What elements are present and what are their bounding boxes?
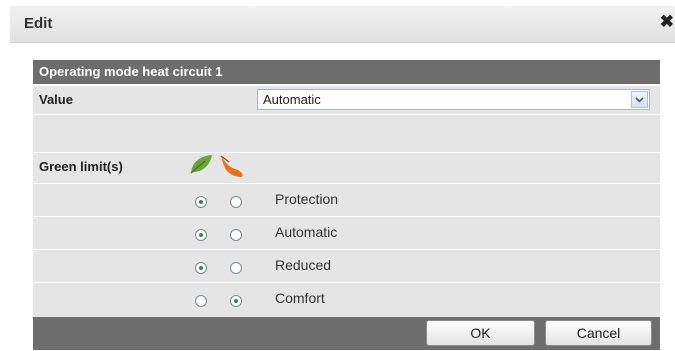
- green-limit-radio[interactable]: [195, 295, 207, 307]
- mode-label: Comfort: [275, 290, 325, 306]
- chevron-down-icon[interactable]: [631, 91, 648, 108]
- operating-mode-panel: Operating mode heat circuit 1 Value Auto…: [33, 60, 660, 350]
- green-leaf-icon: [188, 153, 214, 178]
- orange-limit-radio[interactable]: [230, 229, 242, 241]
- green-limit-radio[interactable]: [195, 229, 207, 241]
- mode-row: Protection: [33, 183, 660, 216]
- orange-limit-radio[interactable]: [230, 196, 242, 208]
- ok-button[interactable]: OK: [426, 320, 535, 346]
- cancel-button[interactable]: Cancel: [545, 320, 652, 346]
- close-icon[interactable]: ✖: [660, 12, 674, 32]
- mode-row: Comfort: [33, 282, 660, 318]
- green-limits-label: Green limit(s): [39, 159, 123, 174]
- value-row: Value Automatic: [33, 85, 660, 114]
- green-limits-row: Green limit(s): [33, 152, 660, 183]
- value-select[interactable]: Automatic: [257, 89, 650, 110]
- panel-header: Operating mode heat circuit 1: [33, 60, 660, 84]
- dialog-titlebar: Edit ✖: [10, 6, 675, 43]
- green-limit-radio[interactable]: [195, 196, 207, 208]
- orange-leaf-icon: [219, 154, 245, 181]
- dialog-footer: OK Cancel: [33, 317, 660, 350]
- orange-limit-radio[interactable]: [230, 262, 242, 274]
- mode-label: Reduced: [275, 257, 332, 273]
- panel-title: Operating mode heat circuit 1: [39, 64, 223, 79]
- value-label: Value: [39, 92, 73, 107]
- green-limit-radio[interactable]: [195, 262, 207, 274]
- dialog-title: Edit: [24, 15, 53, 32]
- mode-row: Reduced: [33, 249, 660, 282]
- mode-label: Protection: [275, 191, 339, 207]
- spacer-row: [33, 114, 660, 152]
- orange-limit-radio[interactable]: [230, 295, 242, 307]
- value-select-text: Automatic: [263, 92, 321, 107]
- mode-row: Automatic: [33, 216, 660, 249]
- mode-label: Automatic: [275, 224, 338, 240]
